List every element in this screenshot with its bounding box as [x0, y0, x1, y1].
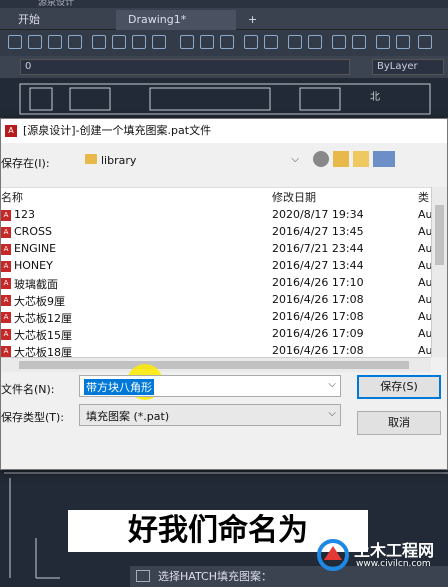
pat-file-icon: A: [1, 210, 11, 221]
filename-input[interactable]: 带方块八角形 ⌵: [79, 375, 341, 397]
polyline-tool-icon[interactable]: [28, 35, 42, 49]
file-row[interactable]: A 大芯板18厘 2016/4/26 17:08 Au: [1, 343, 431, 357]
dialog-title-bar: A [源泉设计]-创建一个填充图案.pat文件: [1, 119, 447, 143]
filetype-dropdown[interactable]: 填充图案 (*.pat) ⌵: [79, 404, 341, 426]
chevron-down-icon: ⌵: [328, 379, 336, 390]
column-header-date[interactable]: 修改日期: [272, 189, 316, 205]
watermark-url: www.civilcn.com: [356, 559, 431, 569]
pat-file-icon: A: [1, 244, 11, 255]
pat-file-icon: A: [1, 312, 11, 323]
line-tool-icon[interactable]: [8, 35, 22, 49]
block-tool-icon[interactable]: [244, 35, 258, 49]
linetype-dropdown[interactable]: ByLayer: [372, 59, 444, 75]
chevron-down-icon: ⌵: [291, 154, 299, 165]
file-row[interactable]: A ENGINE 2016/7/21 23:44 Au: [1, 241, 433, 258]
cancel-button[interactable]: 取消: [357, 411, 441, 435]
circle-tool-icon[interactable]: [132, 35, 146, 49]
save-button[interactable]: 保存(S): [357, 375, 441, 399]
move-tool-icon[interactable]: [68, 35, 82, 49]
horizontal-scrollbar[interactable]: [1, 357, 431, 372]
watermark-title: 土木工程网: [354, 541, 435, 560]
column-header-name[interactable]: 名称: [1, 189, 23, 205]
scroll-thumb[interactable]: [435, 205, 444, 265]
file-row[interactable]: A 大芯板12厘 2016/4/26 17:08 Au: [1, 309, 433, 326]
filetype-label: 保存类型(T):: [1, 411, 65, 424]
filetype-value: 填充图案 (*.pat): [86, 410, 170, 423]
hatch-tool-icon[interactable]: [152, 35, 166, 49]
watermark-logo-icon: [317, 539, 349, 571]
pat-file-icon: A: [1, 227, 11, 238]
table-tool-icon[interactable]: [376, 35, 390, 49]
new-folder-icon[interactable]: [353, 151, 369, 167]
pat-file-icon: A: [1, 261, 11, 272]
chevron-down-icon: ⌵: [328, 408, 336, 419]
ribbon-toolbar: [0, 30, 448, 56]
title-bar: 源泉设计: [0, 0, 448, 8]
view-menu-icon[interactable]: [373, 151, 395, 167]
save-in-value: library: [101, 154, 137, 167]
column-header-type[interactable]: 类: [418, 189, 429, 205]
filename-value: 带方块八角形: [84, 379, 154, 395]
tab-start[interactable]: 开始: [6, 10, 52, 30]
text-tool-icon[interactable]: [352, 35, 366, 49]
rotate-tool-icon[interactable]: [92, 35, 106, 49]
save-in-dropdown[interactable]: library ⌵: [79, 150, 303, 172]
dialog-title: [源泉设计]-创建一个填充图案.pat文件: [23, 124, 212, 137]
command-icon: [136, 570, 150, 582]
file-row[interactable]: A 大芯板9厘 2016/4/26 17:08 Au: [1, 292, 433, 309]
offset-tool-icon[interactable]: [220, 35, 234, 49]
layer-dropdown[interactable]: 0: [20, 59, 350, 75]
save-dialog: A [源泉设计]-创建一个填充图案.pat文件 保存在(I): library …: [0, 118, 448, 470]
array-tool-icon[interactable]: [180, 35, 194, 49]
pat-file-icon: A: [1, 346, 11, 357]
properties-tool-icon[interactable]: [396, 35, 410, 49]
file-row[interactable]: A 123 2020/8/17 19:34 Au: [1, 207, 433, 224]
insert-tool-icon[interactable]: [264, 35, 278, 49]
filename-label: 文件名(N):: [1, 383, 55, 396]
canvas-north-label: 北: [370, 92, 380, 103]
dimension-tool-icon[interactable]: [332, 35, 346, 49]
dialog-app-icon: A: [5, 125, 17, 137]
scroll-thumb[interactable]: [19, 361, 409, 369]
file-row[interactable]: A 大芯板15厘 2016/4/26 17:09 Au: [1, 326, 433, 343]
pat-file-icon: A: [1, 329, 11, 340]
watermark: 土木工程网 www.civilcn.com: [316, 535, 446, 575]
new-tab-button[interactable]: +: [236, 10, 269, 30]
trim-tool-icon[interactable]: [112, 35, 126, 49]
arc-tool-icon[interactable]: [48, 35, 62, 49]
folder-icon: [85, 154, 97, 164]
pat-file-icon: A: [1, 295, 11, 306]
layer-bar: 0 ByLayer: [0, 56, 448, 78]
vertical-scrollbar[interactable]: [431, 187, 447, 357]
measure-tool-icon[interactable]: [308, 35, 322, 49]
save-in-label: 保存在(I):: [1, 157, 50, 170]
tab-drawing1[interactable]: Drawing1*: [116, 10, 236, 30]
document-tabs: 开始 Drawing1* +: [0, 8, 448, 30]
command-prompt: 选择HATCH填充图案：: [158, 570, 272, 583]
pat-file-icon: A: [1, 278, 11, 289]
mirror-tool-icon[interactable]: [200, 35, 214, 49]
more-tools-icon[interactable]: [418, 35, 432, 49]
file-row[interactable]: A HONEY 2016/4/27 13:44 Au: [1, 258, 433, 275]
layer-tool-icon[interactable]: [288, 35, 302, 49]
file-row[interactable]: A 玻璃截面 2016/4/26 17:10 Au: [1, 275, 433, 292]
back-icon[interactable]: [313, 151, 329, 167]
app-title: 源泉设计: [38, 0, 75, 8]
file-row[interactable]: A CROSS 2016/4/27 13:45 Au: [1, 224, 433, 241]
up-folder-icon[interactable]: [333, 151, 349, 167]
